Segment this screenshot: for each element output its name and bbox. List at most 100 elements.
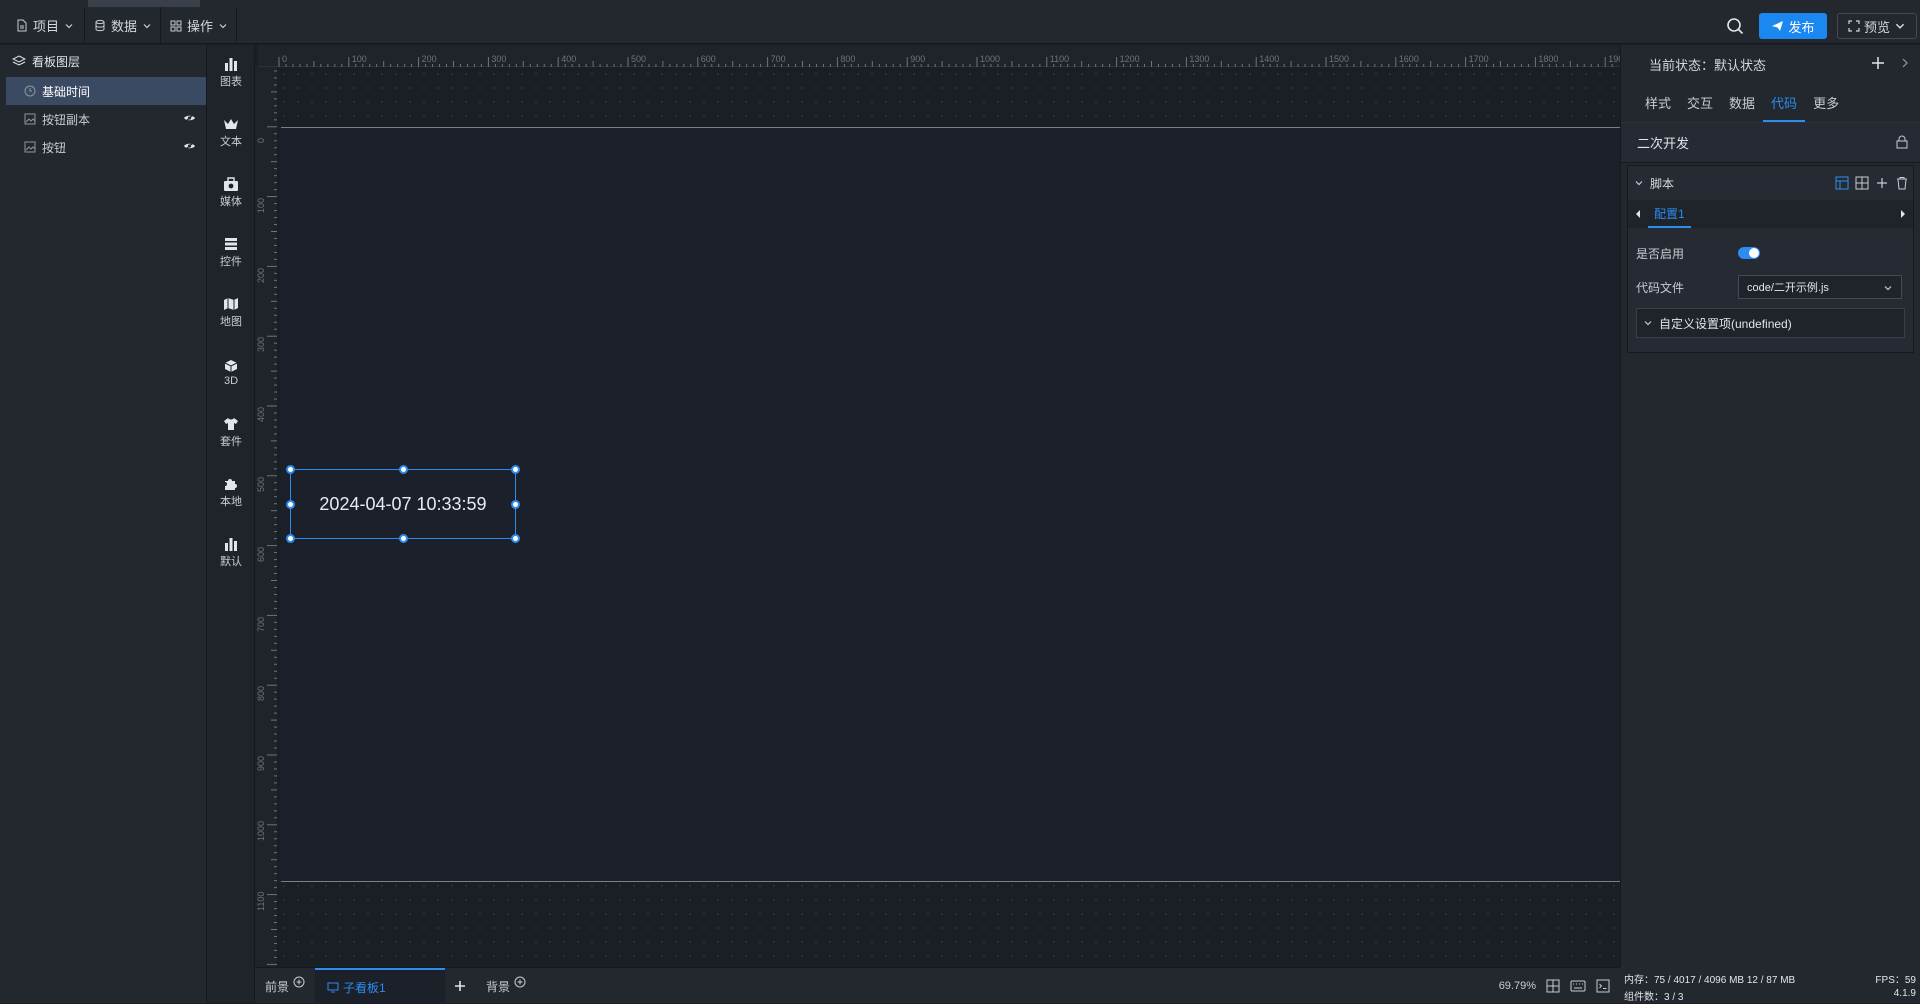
enable-row: 是否启用: [1628, 236, 1913, 270]
ruler-top-label: 700: [770, 54, 786, 64]
rail-item-map[interactable]: 地图: [207, 291, 255, 335]
lock-icon[interactable]: [1896, 135, 1908, 149]
search-button[interactable]: [1724, 15, 1746, 37]
script-header[interactable]: 脚本: [1628, 166, 1913, 200]
eye-hidden-icon[interactable]: [183, 113, 196, 123]
table-icon[interactable]: [1855, 176, 1869, 190]
custom-settings-collapse[interactable]: 自定义设置项(undefined): [1636, 308, 1905, 338]
ruler-left-label: 800: [256, 686, 266, 702]
rail-item-label: 地图: [220, 316, 242, 328]
zoom-level[interactable]: 69.79%: [1499, 980, 1536, 992]
rail-item-label: 媒体: [220, 196, 242, 208]
add-state-icon[interactable]: [1870, 55, 1886, 71]
publish-label: 发布: [1788, 19, 1815, 35]
project-menu-label: 项目: [33, 19, 60, 34]
project-menu[interactable]: 项目: [8, 7, 82, 44]
chevron-down-icon: [65, 23, 73, 28]
resize-handle-n[interactable]: [399, 465, 408, 474]
code-file-row: 代码文件 code/二开示例.js: [1628, 270, 1913, 304]
script-tools: [1835, 176, 1909, 190]
time-widget[interactable]: 2024-04-07 10:33:59: [286, 465, 520, 543]
send-icon: [1772, 21, 1784, 31]
zoom-controls: 69.79%: [1499, 968, 1620, 1004]
image-icon: [24, 113, 36, 125]
layer-item-button[interactable]: 按钮: [0, 133, 206, 161]
ruler-top: 0 100 200 300 400 500 600 700 800 900 1000 1100 1200…: [258, 45, 1628, 67]
ruler-top-label: 1000: [980, 54, 1001, 64]
publish-button[interactable]: 发布: [1759, 13, 1827, 39]
rail-item-default[interactable]: 默认: [207, 531, 255, 575]
memory-status: 内存：75 / 4017 / 4096 MB 12 / 87 MB: [1624, 975, 1796, 986]
resize-handle-sw[interactable]: [286, 534, 295, 543]
add-circle-icon[interactable]: [514, 976, 526, 988]
image-icon: [24, 141, 36, 153]
preview-button[interactable]: 预览: [1837, 13, 1917, 39]
enable-toggle[interactable]: [1738, 247, 1760, 259]
camera-bag-icon: [224, 177, 238, 191]
rail-item-text[interactable]: 文本: [207, 111, 255, 155]
tab-foreground-label: 前景: [265, 979, 290, 994]
tab-background-label: 背景: [486, 979, 511, 994]
layer-panel: 看板图层 基础时间 按钮副本 按钮: [0, 45, 207, 1003]
toggle-knob: [1749, 248, 1759, 258]
tab-more[interactable]: 更多: [1805, 93, 1847, 122]
layer-item-basic-time[interactable]: 基础时间: [6, 77, 206, 105]
resize-handle-se[interactable]: [511, 534, 520, 543]
tab-code[interactable]: 代码: [1763, 93, 1806, 122]
layout-icon[interactable]: [1835, 176, 1849, 190]
rail-item-controls[interactable]: 控件: [207, 231, 255, 275]
fps-status: FPS：59: [1875, 975, 1916, 986]
add-board-button[interactable]: [453, 968, 467, 1004]
ruler-top-label: 1800: [1538, 54, 1559, 64]
tab-data[interactable]: 数据: [1721, 93, 1763, 122]
trash-icon[interactable]: [1895, 176, 1909, 190]
config-tabs-bar: 配置1: [1628, 200, 1913, 228]
code-file-select[interactable]: code/二开示例.js: [1738, 275, 1902, 299]
tab-interaction[interactable]: 交互: [1679, 93, 1721, 122]
ruler-top-label: 300: [491, 54, 507, 64]
rail-item-label: 3D: [223, 375, 239, 387]
enable-label: 是否启用: [1636, 246, 1685, 261]
caret-right-icon[interactable]: [1899, 209, 1907, 219]
fullscreen-icon: [1848, 20, 1860, 32]
resize-handle-e[interactable]: [511, 500, 520, 509]
rail-item-local[interactable]: 本地: [207, 471, 255, 515]
layers-icon: [12, 55, 26, 66]
terminal-icon[interactable]: [1596, 979, 1610, 993]
tab-style[interactable]: 样式: [1637, 93, 1679, 122]
rail-item-media[interactable]: 媒体: [207, 171, 255, 215]
resize-handle-w[interactable]: [286, 500, 295, 509]
chevron-right-icon[interactable]: [1900, 57, 1910, 69]
plus-icon[interactable]: [1875, 176, 1889, 190]
ruler-left: 0 100 200 300 400 500 600 700 800 900 1000 1100: [255, 67, 277, 967]
tab-background[interactable]: 背景: [486, 968, 526, 1004]
resize-handle-s[interactable]: [399, 534, 408, 543]
ruler-left-label: 100: [256, 197, 266, 213]
keyboard-icon[interactable]: [1570, 980, 1586, 992]
tab-sub-board[interactable]: 子看板1: [315, 968, 445, 1004]
layer-item-label: 按钮: [42, 140, 67, 155]
menu-divider: [84, 7, 85, 44]
custom-settings-label: 自定义设置项(undefined): [1659, 316, 1792, 331]
ruler-left-label: 0: [256, 137, 266, 143]
resize-handle-ne[interactable]: [511, 465, 520, 474]
rail-item-3d[interactable]: 3D: [207, 351, 255, 395]
layer-item-button-copy[interactable]: 按钮副本: [0, 105, 206, 133]
data-menu[interactable]: 数据: [86, 7, 160, 44]
chevron-down-icon: [1635, 181, 1643, 186]
rail-item-chart[interactable]: 图表: [207, 51, 255, 95]
tab-foreground[interactable]: 前景: [265, 968, 305, 1004]
add-circle-icon[interactable]: [293, 976, 305, 988]
operation-menu[interactable]: 操作: [162, 7, 236, 44]
resize-handle-nw[interactable]: [286, 465, 295, 474]
caret-left-icon[interactable]: [1634, 209, 1642, 219]
ruler-top-label: 0: [282, 54, 288, 64]
rail-item-kit[interactable]: 套件: [207, 411, 255, 455]
fit-screen-icon[interactable]: [1546, 979, 1560, 993]
layer-panel-header: 看板图层: [0, 45, 206, 77]
ruler-left-label: 1100: [256, 891, 266, 911]
eye-hidden-icon[interactable]: [183, 141, 196, 151]
ruler-left-label: 1000: [256, 820, 266, 841]
config-tab-1[interactable]: 配置1: [1648, 200, 1691, 228]
database-icon: [95, 19, 105, 32]
